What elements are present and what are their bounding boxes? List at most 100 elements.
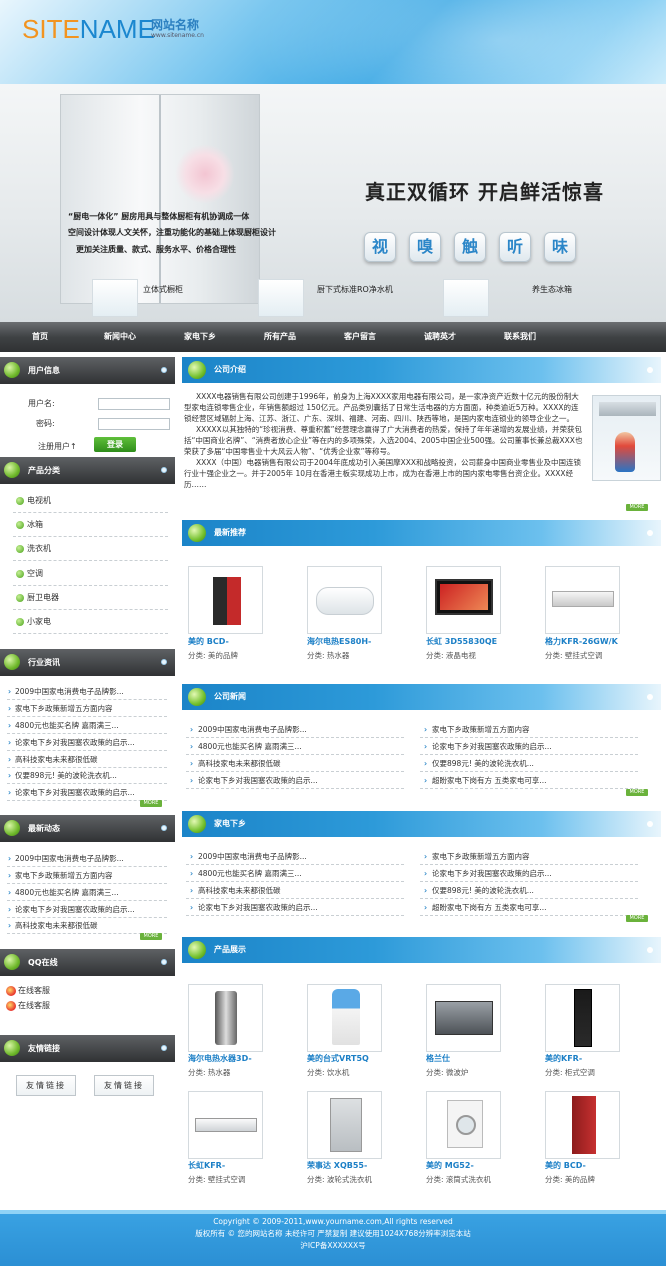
news-item[interactable]: 论家电下乡对我国塞农政策的启示...	[420, 865, 638, 882]
product-image[interactable]	[426, 984, 501, 1052]
friend-link-button[interactable]: 友情链接	[16, 1075, 76, 1096]
qq-service[interactable]: 在线客服	[6, 1001, 50, 1011]
news-item[interactable]: 4800元也能买名牌 嘉雨满三...	[186, 738, 404, 755]
news-item[interactable]: 论家电下乡对我国塞农政策的启示...	[420, 738, 638, 755]
password-label: 密码:	[36, 419, 55, 428]
ball-icon	[188, 815, 206, 833]
sense-see: 视	[364, 232, 396, 262]
site-logo[interactable]: SITENAME	[22, 14, 155, 45]
range-hood-shape	[599, 402, 656, 416]
product-image[interactable]	[545, 984, 620, 1052]
category-kitchen[interactable]: 厨卫电器	[13, 586, 168, 610]
industry-item[interactable]: 仅要898元! 美的波轮洗衣机...	[7, 767, 167, 784]
icp-number[interactable]: 沪ICP备XXXXXX号	[0, 1240, 666, 1252]
username-input[interactable]	[98, 398, 170, 410]
product-category: 分类: 美的品牌	[188, 651, 238, 660]
product-image[interactable]	[426, 566, 501, 634]
industry-item[interactable]: 家电下乡政策新增五方面内容	[7, 700, 167, 717]
industry-item[interactable]: 论家电下乡对我国塞农政策的启示...	[7, 734, 167, 751]
ball-icon	[4, 954, 20, 970]
news-item[interactable]: 论家电下乡对我国塞农政策的启示...	[186, 899, 404, 916]
latest-item[interactable]: 2009中国家电消费电子品牌影...	[7, 850, 167, 867]
product-image[interactable]	[188, 1091, 263, 1159]
woman-figure	[615, 432, 635, 472]
news-item[interactable]: 超盼家电下岗有方 五类家电可享...	[420, 899, 638, 916]
friend-link-button[interactable]: 友情链接	[94, 1075, 154, 1096]
section-title: 公司新闻	[214, 692, 246, 701]
news-item[interactable]: 2009中国家电消费电子品牌影...	[186, 721, 404, 738]
product-name[interactable]: 美的台式VRT5Q	[307, 1053, 385, 1064]
category-ac[interactable]: 空调	[13, 562, 168, 586]
news-item[interactable]: 高科技家电未来都很低碳	[186, 755, 404, 772]
latest-item[interactable]: 论家电下乡对我国塞农政策的启示...	[7, 901, 167, 918]
news-item[interactable]: 超盼家电下岗有方 五类家电可享...	[420, 772, 638, 789]
wall-ac-shape	[195, 1118, 257, 1132]
industry-item[interactable]: 高科技家电未来都很低碳	[7, 751, 167, 768]
nav-products[interactable]: 所有产品	[240, 322, 320, 352]
product-name[interactable]: 长虹 3D55830QE	[426, 636, 504, 647]
more-button[interactable]: MORE	[626, 789, 648, 796]
product-name[interactable]: 海尔电热ES80H-	[307, 636, 385, 647]
category-tv[interactable]: 电视机	[13, 489, 168, 513]
more-button[interactable]: MORE	[140, 800, 162, 807]
industry-item[interactable]: 论家电下乡对我国塞农政策的启示...	[7, 784, 167, 801]
banner-feature: 空间设计体现人文关怀，注重功能化的基础上体现厨柜设计	[68, 228, 276, 237]
nav-guestbook[interactable]: 客户留言	[320, 322, 400, 352]
login-button[interactable]: 登录	[94, 437, 136, 452]
dot-icon	[161, 1045, 167, 1051]
product-image[interactable]	[307, 1091, 382, 1159]
category-label: 洗衣机	[27, 544, 51, 553]
news-item[interactable]: 高科技家电未来都很低碳	[186, 882, 404, 899]
more-button[interactable]: MORE	[626, 504, 648, 511]
nav-countryside[interactable]: 家电下乡	[160, 322, 240, 352]
news-item[interactable]: 4800元也能买名牌 嘉雨满三...	[186, 865, 404, 882]
ball-icon	[188, 688, 206, 706]
news-item[interactable]: 家电下乡政策新增五方面内容	[420, 721, 638, 738]
qq-icon	[6, 1001, 16, 1011]
register-link[interactable]: 注册用户↑	[38, 441, 77, 452]
product-image[interactable]	[307, 984, 382, 1052]
news-item[interactable]: 论家电下乡对我国塞农政策的启示...	[186, 772, 404, 789]
product-name[interactable]: 美的KFR-	[545, 1053, 623, 1064]
news-item[interactable]: 仅要898元! 美的波轮洗衣机...	[420, 882, 638, 899]
nav-contact[interactable]: 联系我们	[480, 322, 560, 352]
password-input[interactable]	[98, 418, 170, 430]
nav-jobs[interactable]: 诚聘英才	[400, 322, 480, 352]
more-button[interactable]: MORE	[626, 915, 648, 922]
nav-news[interactable]: 新闻中心	[80, 322, 160, 352]
category-label: 电视机	[27, 496, 51, 505]
product-image[interactable]	[426, 1091, 501, 1159]
category-washer[interactable]: 洗衣机	[13, 537, 168, 561]
product-name[interactable]: 海尔电热水器3D-	[188, 1053, 266, 1064]
dot-icon	[647, 367, 653, 373]
sense-taste: 味	[544, 232, 576, 262]
category-small[interactable]: 小家电	[13, 610, 168, 634]
product-name[interactable]: 美的 BCD-	[545, 1160, 623, 1171]
product-image[interactable]	[307, 566, 382, 634]
nav-home[interactable]: 首页	[0, 322, 80, 352]
product-name[interactable]: 美的 BCD-	[188, 636, 266, 647]
latest-item[interactable]: 家电下乡政策新增五方面内容	[7, 867, 167, 884]
product-image[interactable]	[188, 566, 263, 634]
industry-item[interactable]: 4800元也能买名牌 嘉雨满三...	[7, 717, 167, 734]
news-item[interactable]: 仅要898元! 美的波轮洗衣机...	[420, 755, 638, 772]
product-image[interactable]	[545, 566, 620, 634]
water-heater-shape	[215, 991, 237, 1045]
category-fridge[interactable]: 冰箱	[13, 513, 168, 537]
about-text: XXXX电器销售有限公司创建于1996年，前身为上海XXXX家用电器有限公司，是…	[184, 391, 586, 490]
more-button[interactable]: MORE	[140, 933, 162, 940]
product-image[interactable]	[188, 984, 263, 1052]
qq-service[interactable]: 在线客服	[6, 986, 50, 996]
latest-item[interactable]: 4800元也能买名牌 嘉雨满三...	[7, 884, 167, 901]
latest-item[interactable]: 高科技家电未来都很低碳	[7, 917, 167, 934]
product-name[interactable]: 美的 MG52-	[426, 1160, 504, 1171]
product-name[interactable]: 荣事达 XQB55-	[307, 1160, 385, 1171]
product-name[interactable]: 格兰仕	[426, 1053, 504, 1064]
industry-item[interactable]: 2009中国家电消费电子品牌影...	[7, 683, 167, 700]
product-image[interactable]	[545, 1091, 620, 1159]
senses-row: 视 嗅 触 听 味	[364, 232, 576, 262]
product-name[interactable]: 格力KFR-26GW/K	[545, 636, 623, 647]
news-item[interactable]: 家电下乡政策新增五方面内容	[420, 848, 638, 865]
product-name[interactable]: 长虹KFR-	[188, 1160, 266, 1171]
news-item[interactable]: 2009中国家电消费电子品牌影...	[186, 848, 404, 865]
